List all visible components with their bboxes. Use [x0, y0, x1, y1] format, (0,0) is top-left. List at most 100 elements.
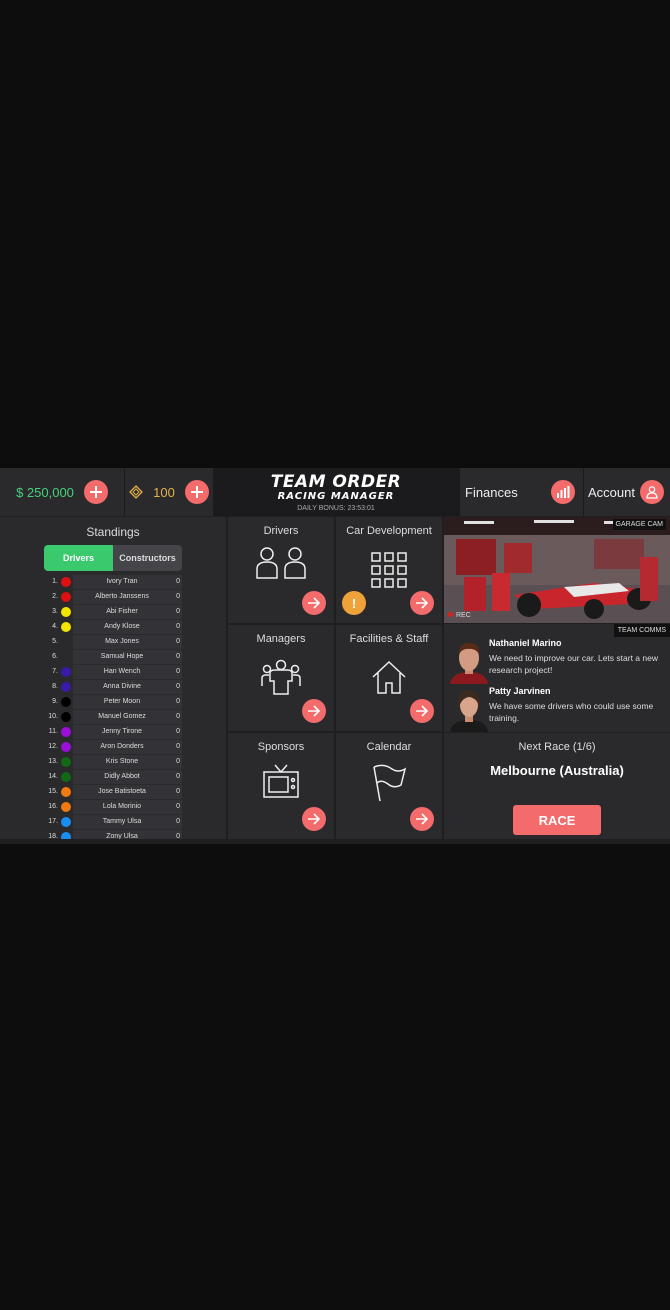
managers-tile[interactable]: Managers	[228, 625, 334, 731]
next-race-circuit: Melbourne (Australia)	[490, 763, 624, 778]
user-icon	[640, 480, 664, 504]
next-race-title: Next Race (1/6)	[518, 741, 596, 753]
finances-label: Finances	[465, 484, 518, 500]
row-points: 0	[157, 740, 182, 754]
team-comms: TEAM COMMS Nathaniel Marino We need to i…	[444, 624, 670, 732]
facilities-arrow-button[interactable]	[410, 699, 434, 723]
row-points: 0	[157, 650, 182, 664]
money-amount: $ 250,000	[16, 484, 74, 500]
calendar-label: Calendar	[366, 741, 412, 753]
finances-button[interactable]: Finances	[460, 468, 583, 516]
row-position: 11.	[48, 728, 58, 735]
alert-badge[interactable]: !	[342, 591, 366, 615]
table-row[interactable]: 4. Andy Klose 0	[44, 620, 182, 634]
gems-display: 100	[125, 468, 213, 516]
add-money-button[interactable]	[83, 480, 108, 504]
row-points: 0	[157, 695, 182, 709]
account-label: Account	[588, 484, 635, 500]
money-display: $ 250,000	[0, 468, 124, 516]
table-row[interactable]: 5. Max Jones 0	[44, 635, 182, 649]
row-position: 13.	[48, 758, 58, 765]
row-position: 12.	[48, 743, 58, 750]
avatar	[450, 643, 488, 684]
team-color-dot	[61, 682, 71, 692]
team-color-dot	[61, 787, 71, 797]
table-row[interactable]: 2. Alberto Janssens 0	[44, 590, 182, 604]
table-row[interactable]: 11. Jenny Tirone 0	[44, 725, 182, 739]
tab-drivers[interactable]: Drivers	[44, 545, 113, 571]
team-color-dot	[61, 667, 71, 677]
facilities-tile[interactable]: Facilities & Staff	[336, 625, 442, 731]
flag-icon	[336, 763, 442, 803]
tab-constructors[interactable]: Constructors	[113, 545, 182, 571]
standings-list[interactable]: 1. Ivory Tran 0 2. Alberto Janssens 0 3. Abi Fi…	[44, 575, 182, 839]
team-color-dot	[61, 652, 71, 662]
table-row[interactable]: 9. Peter Moon 0	[44, 695, 182, 709]
arrow-right-icon	[416, 705, 429, 717]
row-position: 7.	[52, 668, 58, 675]
managers-icon	[228, 659, 334, 695]
calendar-arrow-button[interactable]	[410, 807, 434, 831]
standings-panel: Standings Drivers Constructors 1. Ivory T…	[0, 517, 226, 839]
arrow-right-icon	[416, 597, 429, 609]
drivers-label: Drivers	[263, 525, 299, 537]
race-button[interactable]: RACE	[513, 805, 601, 835]
team-color-dot	[61, 577, 71, 587]
garage-cam[interactable]: GARAGE CAM REC	[444, 517, 670, 623]
car-development-tile[interactable]: Car Development !	[336, 517, 442, 623]
sponsors-arrow-button[interactable]	[302, 807, 326, 831]
facilities-label: Facilities & Staff	[349, 633, 429, 645]
table-row[interactable]: 12. Aron Donders 0	[44, 740, 182, 754]
team-color-dot	[61, 802, 71, 812]
row-points: 0	[157, 620, 182, 634]
garage-cam-label: GARAGE CAM	[612, 519, 666, 530]
house-icon	[336, 659, 442, 695]
table-row[interactable]: 3. Abi Fisher 0	[44, 605, 182, 619]
table-row[interactable]: 7. Han Wench 0	[44, 665, 182, 679]
row-position: 14.	[48, 773, 58, 780]
managers-arrow-button[interactable]	[302, 699, 326, 723]
sponsors-tile[interactable]: Sponsors	[228, 733, 334, 839]
team-color-dot	[61, 712, 71, 722]
row-points: 0	[157, 680, 182, 694]
row-points: 0	[157, 710, 182, 724]
sponsors-label: Sponsors	[257, 741, 305, 753]
row-position: 18.	[48, 833, 58, 839]
drivers-arrow-button[interactable]	[302, 591, 326, 615]
table-row[interactable]: 16. Lola Morinio 0	[44, 800, 182, 814]
table-row[interactable]: 10. Manuel Gomez 0	[44, 710, 182, 724]
arrow-right-icon	[308, 705, 321, 717]
team-comms-label: TEAM COMMS	[613, 624, 670, 637]
team-color-dot	[61, 592, 71, 602]
garage-scene-image	[444, 517, 670, 623]
bar-chart-icon	[551, 480, 575, 504]
table-row[interactable]: 17. Tammy Ulsa 0	[44, 815, 182, 829]
next-race-panel: Next Race (1/6) Melbourne (Australia) RA…	[444, 733, 670, 839]
team-color-dot	[61, 742, 71, 752]
standings-toggle: Drivers Constructors	[44, 545, 182, 571]
row-points: 0	[157, 800, 182, 814]
table-row[interactable]: 1. Ivory Tran 0	[44, 575, 182, 589]
logo-title: TEAM ORDER	[270, 471, 402, 492]
account-button[interactable]: Account	[584, 468, 670, 516]
calendar-tile[interactable]: Calendar	[336, 733, 442, 839]
comms-text: We have some drivers who could use some …	[489, 701, 654, 723]
table-row[interactable]: 14. Didly Abbot 0	[44, 770, 182, 784]
table-row[interactable]: 8. Anna Divine 0	[44, 680, 182, 694]
team-color-dot	[61, 832, 71, 839]
table-row[interactable]: 18. Zony Ulsa 0	[44, 830, 182, 839]
drivers-tile[interactable]: Drivers	[228, 517, 334, 623]
daily-bonus-timer: DAILY BONUS: 23:53:01	[297, 504, 375, 512]
row-points: 0	[157, 635, 182, 649]
row-position: 2.	[52, 593, 58, 600]
comms-sender: Patty Jarvinen	[489, 686, 551, 696]
logo-subtitle: RACING MANAGER	[277, 490, 395, 502]
team-color-dot	[61, 697, 71, 707]
table-row[interactable]: 15. Jose Batistoeta 0	[44, 785, 182, 799]
add-gems-button[interactable]	[184, 480, 209, 504]
table-row[interactable]: 13. Kris Stone 0	[44, 755, 182, 769]
row-position: 10.	[48, 713, 58, 720]
car-development-arrow-button[interactable]	[410, 591, 434, 615]
row-position: 16.	[48, 803, 58, 810]
table-row[interactable]: 6. Samual Hope 0	[44, 650, 182, 664]
